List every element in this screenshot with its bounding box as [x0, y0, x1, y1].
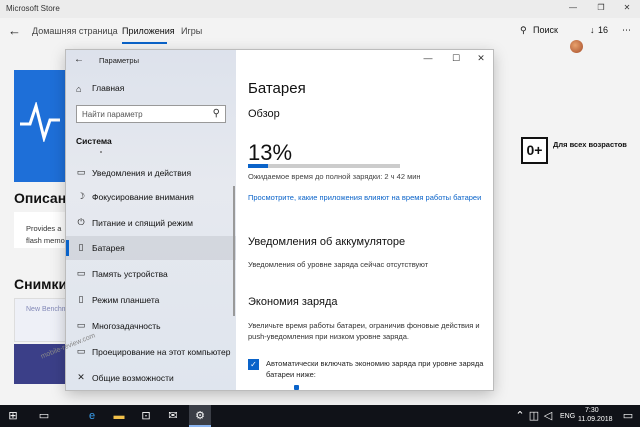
- close-icon[interactable]: ✕: [620, 2, 634, 14]
- back-arrow-icon[interactable]: ←: [74, 54, 84, 65]
- tab-apps[interactable]: Приложения: [122, 26, 175, 36]
- back-arrow-icon[interactable]: ←: [8, 23, 21, 38]
- auto-saver-label: Автоматически включать экономию заряда п…: [266, 359, 484, 379]
- tablet-icon: ▯: [78, 294, 84, 304]
- battery-saver-description: Увеличьте время работы батареи, ограничи…: [248, 321, 480, 341]
- tab-home[interactable]: Домашняя страница: [32, 26, 118, 36]
- store-icon[interactable]: ⊡: [138, 408, 154, 424]
- avatar[interactable]: [570, 40, 583, 53]
- battery-icon: ▯: [78, 242, 84, 252]
- notifications-status: Уведомления об уровне заряда сейчас отсу…: [248, 260, 429, 269]
- sidebar-item-label: Многозадачность: [92, 321, 161, 331]
- language-indicator[interactable]: ENG: [560, 413, 575, 420]
- store-title: Microsoft Store: [6, 4, 60, 13]
- battery-percent: 13%: [248, 140, 293, 165]
- battery-progress-bar: [248, 164, 400, 168]
- pulse-icon: [20, 102, 60, 142]
- divider-dot: [100, 151, 102, 153]
- sidebar-item-label: Уведомления и действия: [92, 168, 192, 178]
- overview-heading: Обзор: [248, 108, 280, 120]
- maximize-icon[interactable]: ❐: [594, 2, 608, 14]
- volume-icon[interactable]: ◁: [540, 408, 556, 424]
- sidebar-item-power[interactable]: ⏻ Питание и спящий режим: [66, 211, 236, 235]
- minimize-icon[interactable]: —: [566, 2, 580, 14]
- sidebar-item-storage[interactable]: ▭ Память устройства: [66, 262, 236, 286]
- sidebar-scrollbar[interactable]: [233, 186, 235, 316]
- settings-content: Батарея Обзор 13% Ожидаемое время до пол…: [248, 50, 493, 390]
- search-icon[interactable]: ⚲: [213, 108, 220, 119]
- auto-saver-checkbox[interactable]: ✓: [248, 359, 259, 370]
- tab-apps-indicator: [122, 42, 167, 44]
- notifications-heading: Уведомления об аккумуляторе: [248, 236, 406, 248]
- selection-indicator: [66, 240, 69, 256]
- store-search-button[interactable]: Поиск: [533, 25, 558, 35]
- storage-icon: ▭: [76, 268, 86, 278]
- sidebar-item-focus[interactable]: ☽ Фокусирование внимания: [66, 185, 236, 209]
- windows-start-icon[interactable]: ⊞: [5, 408, 21, 424]
- multitasking-icon: ▭: [76, 320, 86, 330]
- sidebar-item-label: Общие возможности: [92, 373, 174, 383]
- search-icon[interactable]: ⚲: [520, 25, 527, 36]
- power-icon: ⏻: [77, 217, 85, 227]
- downloads-count[interactable]: 16: [598, 25, 608, 35]
- settings-title: Параметры: [99, 56, 139, 65]
- sidebar-item-label: Питание и спящий режим: [92, 218, 193, 228]
- charge-estimate: Ожидаемое время до полной зарядки: 2 ч 4…: [248, 172, 421, 181]
- settings-window: ⌂ Главная Найти параметр ⚲ Система ▭ Уве…: [66, 50, 493, 390]
- file-explorer-icon[interactable]: ▬: [111, 408, 127, 424]
- sidebar-item-label: Память устройства: [92, 269, 168, 279]
- home-icon: ⌂: [76, 84, 82, 94]
- battery-usage-link[interactable]: Просмотрите, какие приложения влияют на …: [248, 192, 483, 203]
- battery-saver-heading: Экономия заряда: [248, 296, 338, 308]
- task-view-icon[interactable]: ▭: [36, 408, 52, 424]
- sidebar-item-label: Режим планшета: [92, 295, 160, 305]
- sidebar-item-home[interactable]: Главная: [92, 83, 124, 93]
- shared-experiences-icon: ✕: [77, 372, 85, 382]
- sidebar-item-label: Батарея: [92, 243, 125, 253]
- settings-gear-icon[interactable]: ⚙: [192, 408, 208, 424]
- sidebar-group-title: Система: [76, 136, 112, 146]
- description-line: Provides a: [26, 224, 62, 233]
- sidebar-item-label: Проецирование на этот компьютер: [92, 347, 231, 357]
- sidebar-item-shared[interactable]: ✕ Общие возможности: [66, 366, 236, 390]
- store-titlebar: Microsoft Store — ❐ ✕: [0, 0, 640, 18]
- age-rating-text: Для всех возрастов: [553, 140, 627, 149]
- app-hero-image: [14, 70, 66, 182]
- edge-icon[interactable]: e: [84, 408, 100, 424]
- clock-time[interactable]: 7:30: [585, 407, 599, 414]
- download-icon[interactable]: ↓: [590, 25, 595, 35]
- sidebar-item-tablet[interactable]: ▯ Режим планшета: [66, 288, 236, 312]
- store-nav: ← Домашняя страница Приложения Игры ⚲ По…: [0, 18, 640, 53]
- age-rating-badge: 0+: [521, 137, 548, 164]
- description-line: flash memo: [26, 236, 65, 245]
- sidebar-item-label: Фокусирование внимания: [92, 192, 194, 202]
- clock-date[interactable]: 11.09.2018: [578, 416, 613, 423]
- settings-search-input[interactable]: Найти параметр ⚲: [76, 105, 226, 123]
- sidebar-item-projecting[interactable]: ▭ Проецирование на этот компьютер: [66, 340, 236, 364]
- threshold-slider[interactable]: [294, 385, 299, 390]
- projecting-icon: ▭: [76, 346, 86, 356]
- tab-games[interactable]: Игры: [181, 26, 202, 36]
- mail-icon[interactable]: ✉: [165, 408, 181, 424]
- screenshot-thumbnail[interactable]: [14, 298, 66, 342]
- page-title: Батарея: [248, 80, 306, 97]
- action-center-icon[interactable]: ▭: [620, 408, 636, 424]
- more-icon[interactable]: ⋯: [622, 25, 631, 36]
- sidebar-item-notifications[interactable]: ▭ Уведомления и действия: [66, 161, 236, 185]
- search-placeholder: Найти параметр: [82, 110, 143, 119]
- moon-icon: ☽: [76, 191, 86, 201]
- notifications-icon: ▭: [76, 167, 86, 177]
- sidebar-item-battery[interactable]: ▯ Батарея: [66, 236, 236, 260]
- battery-progress-fill: [248, 164, 268, 168]
